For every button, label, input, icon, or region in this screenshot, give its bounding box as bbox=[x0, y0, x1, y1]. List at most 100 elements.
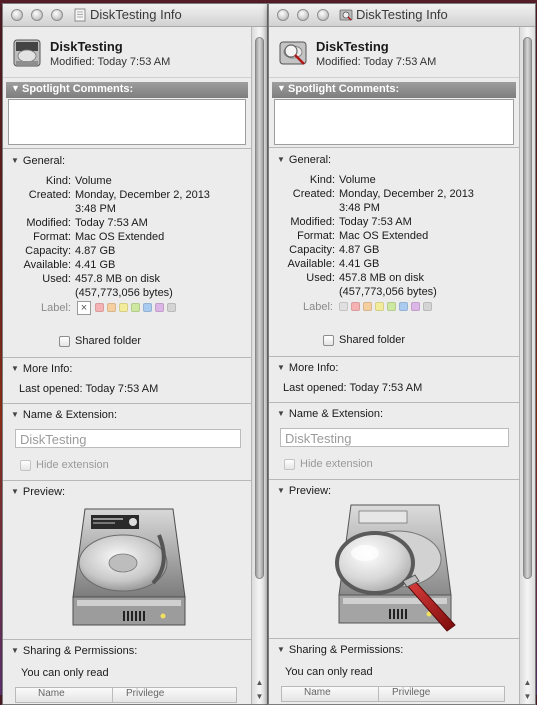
label-none-button[interactable]: × bbox=[77, 301, 91, 315]
disclosure-triangle-icon[interactable]: ▼ bbox=[11, 646, 19, 655]
preview-section-header[interactable]: ▼ Preview: bbox=[277, 485, 331, 497]
disclosure-triangle-icon[interactable]: ▼ bbox=[11, 156, 19, 165]
zoom-button[interactable] bbox=[51, 9, 63, 21]
scroll-up-arrow-icon[interactable]: ▲ bbox=[520, 676, 535, 690]
name-extension-section-header[interactable]: ▼ Name & Extension: bbox=[11, 409, 117, 421]
zoom-button[interactable] bbox=[317, 9, 329, 21]
scrollbar-thumb[interactable] bbox=[255, 37, 264, 579]
vertical-scrollbar[interactable]: ▲ ▼ bbox=[251, 27, 267, 704]
window-title: DiskTesting Info bbox=[356, 7, 448, 22]
more-info-section-header[interactable]: ▼ More Info: bbox=[11, 363, 72, 375]
created-row: Created: bbox=[269, 188, 335, 202]
label-color-red[interactable] bbox=[351, 302, 360, 311]
vertical-scrollbar[interactable]: ▲ ▼ bbox=[519, 27, 535, 704]
disclosure-triangle-icon[interactable]: ▼ bbox=[277, 486, 285, 495]
hide-extension-checkbox[interactable] bbox=[20, 459, 31, 471]
label-color-blue[interactable] bbox=[399, 302, 408, 311]
detail-value: (457,773,056 bytes) bbox=[75, 287, 173, 299]
disclosure-triangle-icon[interactable]: ▼ bbox=[11, 487, 19, 496]
sharing-permissions-section-header[interactable]: ▼ Sharing & Permissions: bbox=[277, 644, 403, 656]
modified-row: Modified: bbox=[269, 216, 335, 230]
item-name: DiskTesting bbox=[50, 39, 123, 54]
spotlight-comments-header[interactable]: ▼ Spotlight Comments: bbox=[272, 82, 516, 98]
label-none-button[interactable] bbox=[339, 302, 348, 311]
hide-extension-label: Hide extension bbox=[300, 458, 373, 471]
disclosure-triangle-icon[interactable]: ▼ bbox=[11, 410, 19, 419]
disclosure-triangle-icon[interactable]: ▼ bbox=[11, 364, 19, 373]
detail-value: Volume bbox=[75, 175, 112, 187]
name-field[interactable]: DiskTesting bbox=[280, 428, 509, 447]
last-opened-text: Last opened: Today 7:53 AM bbox=[283, 382, 423, 394]
detail-value: 3:48 PM bbox=[339, 202, 380, 214]
minimize-button[interactable] bbox=[31, 9, 43, 21]
detail-key: Modified: bbox=[26, 217, 71, 229]
general-section-header[interactable]: ▼ General: bbox=[277, 154, 331, 166]
label-color-green[interactable] bbox=[387, 302, 396, 311]
column-header-privilege[interactable]: Privilege bbox=[392, 687, 430, 698]
more-info-label: More Info: bbox=[288, 362, 339, 374]
detail-key: Used: bbox=[42, 273, 71, 285]
hard-drive-icon bbox=[72, 508, 186, 626]
scrollbar-thumb[interactable] bbox=[523, 37, 532, 579]
more-info-section-header[interactable]: ▼ More Info: bbox=[277, 362, 338, 374]
hide-extension-option[interactable]: Hide extension bbox=[284, 458, 373, 470]
detail-value: 4.87 GB bbox=[75, 245, 116, 257]
general-label: General: bbox=[288, 154, 332, 166]
spotlight-comments-field[interactable] bbox=[274, 99, 514, 145]
label-color-gray[interactable] bbox=[423, 302, 432, 311]
label-color-orange[interactable] bbox=[363, 302, 372, 311]
detail-key: Capacity: bbox=[289, 244, 335, 256]
hide-extension-checkbox[interactable] bbox=[284, 458, 295, 470]
scroll-down-arrow-icon[interactable]: ▼ bbox=[520, 690, 535, 704]
general-section-header[interactable]: ▼ General: bbox=[11, 155, 65, 167]
sharing-permissions-label: Sharing & Permissions: bbox=[22, 645, 138, 657]
scroll-down-arrow-icon[interactable]: ▼ bbox=[252, 690, 267, 704]
title-bar[interactable]: DiskTesting Info bbox=[269, 4, 535, 27]
info-header: DiskTesting Modified: Today 7:53 AM bbox=[269, 27, 519, 78]
disclosure-triangle-icon[interactable]: ▼ bbox=[277, 155, 285, 164]
disclosure-triangle-icon[interactable]: ▼ bbox=[277, 409, 285, 418]
format-row: Format: bbox=[3, 231, 71, 245]
label-color-gray[interactable] bbox=[167, 303, 176, 312]
sharing-permissions-section-header[interactable]: ▼ Sharing & Permissions: bbox=[11, 645, 137, 657]
spotlight-comments-field[interactable] bbox=[8, 99, 246, 145]
label-color-purple[interactable] bbox=[155, 303, 164, 312]
label-color-orange[interactable] bbox=[107, 303, 116, 312]
column-header-privilege[interactable]: Privilege bbox=[126, 688, 164, 699]
window-title: DiskTesting Info bbox=[90, 7, 182, 22]
shared-folder-checkbox[interactable] bbox=[59, 335, 70, 347]
item-modified: Modified: Today 7:53 AM bbox=[316, 56, 437, 68]
minimize-button[interactable] bbox=[297, 9, 309, 21]
close-button[interactable] bbox=[277, 9, 289, 21]
disclosure-triangle-icon[interactable]: ▼ bbox=[277, 363, 285, 372]
shared-folder-option[interactable]: Shared folder bbox=[323, 334, 405, 346]
label-color-purple[interactable] bbox=[411, 302, 420, 311]
divider bbox=[269, 402, 519, 403]
hard-drive-icon bbox=[13, 39, 41, 67]
name-extension-section-header[interactable]: ▼ Name & Extension: bbox=[277, 408, 383, 420]
spotlight-comments-header[interactable]: ▼ Spotlight Comments: bbox=[6, 82, 248, 98]
scroll-up-arrow-icon[interactable]: ▲ bbox=[252, 676, 267, 690]
used-row: Used: bbox=[3, 273, 71, 287]
created-row: Created: bbox=[3, 189, 71, 203]
label-color-yellow[interactable] bbox=[119, 303, 128, 312]
label-color-yellow[interactable] bbox=[375, 302, 384, 311]
hide-extension-label: Hide extension bbox=[36, 459, 109, 472]
label-color-blue[interactable] bbox=[143, 303, 152, 312]
disclosure-triangle-icon[interactable]: ▼ bbox=[11, 83, 20, 93]
label-color-red[interactable] bbox=[95, 303, 104, 312]
detail-key: Format: bbox=[297, 230, 335, 242]
close-button[interactable] bbox=[11, 9, 23, 21]
hide-extension-option[interactable]: Hide extension bbox=[20, 459, 109, 471]
preview-section-header[interactable]: ▼ Preview: bbox=[11, 486, 65, 498]
column-header-name[interactable]: Name bbox=[304, 687, 331, 698]
info-window-left: DiskTesting Info DiskTesting Modified: T… bbox=[2, 3, 268, 705]
disclosure-triangle-icon[interactable]: ▼ bbox=[277, 645, 285, 654]
shared-folder-option[interactable]: Shared folder bbox=[59, 335, 141, 347]
title-bar[interactable]: DiskTesting Info bbox=[3, 4, 267, 27]
disclosure-triangle-icon[interactable]: ▼ bbox=[277, 83, 286, 93]
column-header-name[interactable]: Name bbox=[38, 688, 65, 699]
name-field[interactable]: DiskTesting bbox=[15, 429, 241, 448]
shared-folder-checkbox[interactable] bbox=[323, 334, 334, 346]
label-color-green[interactable] bbox=[131, 303, 140, 312]
